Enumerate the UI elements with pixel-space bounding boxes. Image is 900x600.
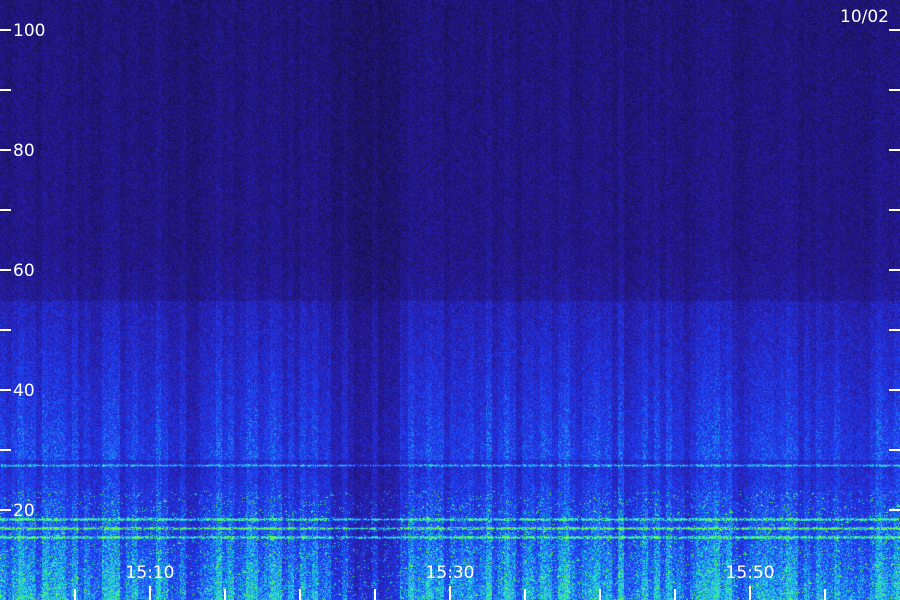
spectrogram-panel: 10/02 20 40 60 80 100 15:10 15:30 15:50 xyxy=(0,0,900,600)
y-tick-label: 40 xyxy=(13,381,35,401)
date-label: 10/02 xyxy=(840,7,889,27)
y-tick-label: 80 xyxy=(13,141,35,161)
x-tick-label: 15:30 xyxy=(426,563,475,583)
y-tick-label: 20 xyxy=(13,501,35,521)
x-tick-label: 15:10 xyxy=(126,563,175,583)
y-tick-label: 100 xyxy=(13,21,45,41)
y-tick-label: 60 xyxy=(13,261,35,281)
axes-overlay: 10/02 20 40 60 80 100 15:10 15:30 15:50 xyxy=(0,7,900,600)
x-tick-label: 15:50 xyxy=(726,563,775,583)
